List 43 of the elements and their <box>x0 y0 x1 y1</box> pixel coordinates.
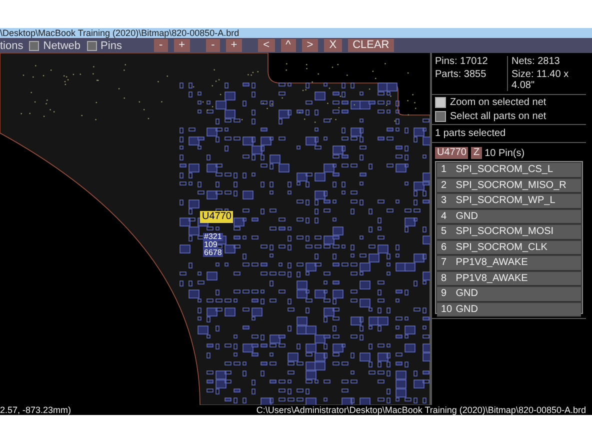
pin-label: #321 <box>203 233 223 241</box>
checkbox[interactable] <box>435 97 446 108</box>
pin-row[interactable]: 8 PP1V8_AWAKE <box>437 272 581 286</box>
window-title: \Desktop\MacBook Training (2020)\Bitmap\820-00850-A.brd <box>0 28 592 38</box>
pin-row[interactable]: 10 GND <box>437 302 581 317</box>
toolbar-button[interactable]: CLEAR <box>348 39 394 52</box>
options-label: tions <box>0 40 24 52</box>
checkbox-label: Pins <box>100 40 122 52</box>
pin-row[interactable]: 4 GND <box>437 210 581 224</box>
toolbar-button[interactable]: - <box>154 39 168 52</box>
part-label: U4770 <box>200 211 234 223</box>
file-path: C:\Users\Administrator\Desktop\MacBook Training (2020)\Bitmap\820-00850-A.brd <box>256 405 586 415</box>
pin-row[interactable]: 6 SPI_SOCROM_CLK <box>437 240 581 255</box>
pins-count: Pins: 17012 <box>435 56 489 67</box>
pin-count: 10 Pin(s) <box>484 148 525 158</box>
cursor-coordinates: 2.57, -873.23mm) <box>0 405 72 415</box>
checkbox[interactable] <box>29 40 40 50</box>
toolbar-button[interactable]: X <box>324 39 342 52</box>
checkbox-label: Netweb <box>43 40 81 52</box>
toolbar-button[interactable]: ^ <box>280 39 296 52</box>
checkbox-label: Zoom on selected net <box>450 97 546 108</box>
zoom-button[interactable]: Z <box>471 147 482 159</box>
toolbar-button[interactable]: + <box>226 39 242 52</box>
toolbar-button[interactable]: < <box>258 39 275 52</box>
pin-row[interactable]: 9 GND <box>437 287 581 302</box>
parts-count: Parts: 3855 <box>435 69 488 80</box>
pin-row[interactable]: 2 SPI_SOCROM_MISO_R <box>437 178 581 193</box>
pin-row[interactable]: 3 SPI_SOCROM_WP_L <box>437 194 581 208</box>
checkbox[interactable] <box>86 40 97 50</box>
toolbar-button[interactable]: + <box>174 39 190 52</box>
nets-count: Nets: 2813 <box>512 56 561 67</box>
board-size: Size: 11.40 x 4.08" <box>512 69 570 91</box>
selection-summary: 1 parts selected <box>432 125 586 143</box>
pin-label: 109 <box>203 241 218 249</box>
toolbar-button[interactable]: - <box>206 39 220 52</box>
pin-label: 6678 <box>203 249 223 257</box>
pin-row[interactable]: 5 SPI_SOCROM_MOSI <box>437 225 581 240</box>
toolbar-button[interactable]: > <box>302 39 318 52</box>
checkbox[interactable] <box>435 111 446 122</box>
pin-row[interactable]: 1 SPI_SOCROM_CS_L <box>437 163 581 178</box>
part-tag: U4770 <box>435 147 468 159</box>
checkbox-label: Select all parts on net <box>450 111 546 122</box>
pin-row[interactable]: 7 PP1V8_AWAKE <box>437 256 581 270</box>
